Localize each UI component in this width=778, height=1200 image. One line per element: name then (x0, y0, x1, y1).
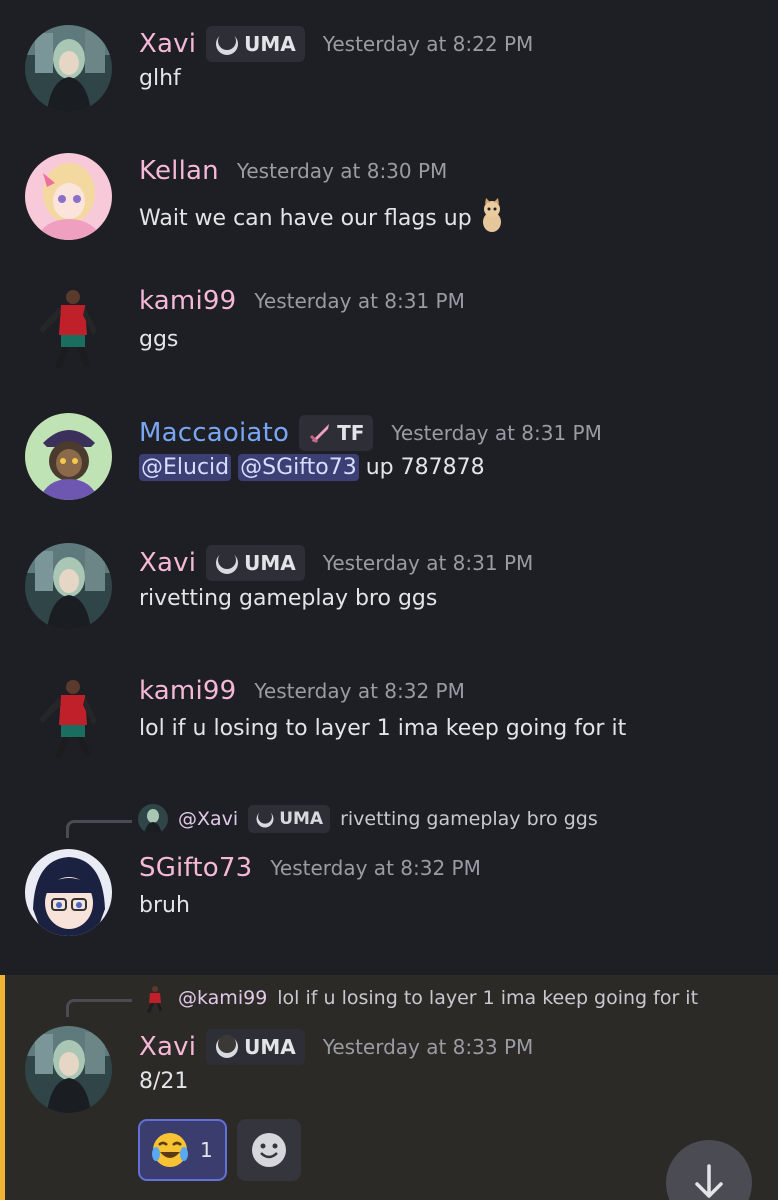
server-tag-label: TF (337, 421, 365, 445)
message-text: lol if u losing to layer 1 ima keep goin… (139, 716, 627, 741)
server-tag-label: UMA (244, 32, 296, 56)
reply-username[interactable]: @Xavi (178, 808, 238, 830)
message-text: @Elucid @SGifto73 up 787878 (139, 454, 485, 481)
message-text: bruh (139, 893, 190, 918)
user-mention[interactable]: @SGifto73 (238, 454, 359, 481)
reply-username[interactable]: @kami99 (178, 987, 267, 1009)
username[interactable]: Xavi (139, 1032, 196, 1062)
smiley-icon (251, 1133, 286, 1167)
reply-text: lol if u losing to layer 1 ima keep goin… (277, 987, 699, 1009)
reaction-joy[interactable]: 1 (138, 1119, 227, 1181)
server-tag[interactable]: UMA (206, 26, 305, 62)
server-tag-label: UMA (244, 1035, 296, 1059)
avatar[interactable] (25, 25, 112, 112)
username[interactable]: Maccaoiato (139, 418, 289, 448)
cat-sticker-icon (482, 198, 501, 232)
avatar[interactable] (25, 1026, 112, 1113)
reply-avatar (138, 804, 168, 834)
timestamp: Yesterday at 8:22 PM (322, 32, 534, 56)
reply-text: rivetting gameplay bro ggs (340, 808, 598, 830)
reply-server-tag: UMA (248, 805, 331, 833)
username[interactable]: kami99 (139, 286, 236, 316)
reply-preview[interactable]: @Xavi UMA rivetting gameplay bro ggs (66, 800, 598, 838)
chat-messages: Xavi UMA Yesterday at 8:22 PM glhf Kella… (0, 0, 778, 1200)
server-tag-label: UMA (244, 551, 296, 575)
add-reaction-button[interactable] (236, 1119, 301, 1181)
server-tag[interactable]: UMA (206, 1029, 305, 1065)
timestamp: Yesterday at 8:32 PM (254, 679, 465, 703)
reply-connector (66, 820, 132, 838)
avatar[interactable] (25, 283, 112, 370)
server-tag[interactable]: UMA (206, 545, 305, 581)
arrow-down-icon (695, 1164, 723, 1198)
timestamp: Yesterday at 8:31 PM (322, 551, 534, 575)
message-text-body: Wait we can have our flags up (139, 206, 472, 231)
reaction-count: 1 (200, 1138, 213, 1162)
username[interactable]: Xavi (139, 548, 196, 578)
username[interactable]: kami99 (139, 676, 236, 706)
message-text-body: up 787878 (365, 455, 485, 480)
avatar[interactable] (25, 413, 112, 500)
avatar[interactable] (25, 543, 112, 630)
joy-emoji-icon (152, 1133, 188, 1167)
message-text: glhf (139, 66, 181, 91)
timestamp: Yesterday at 8:31 PM (391, 421, 602, 445)
reactions-bar: 1 (138, 1119, 301, 1181)
moon-icon (216, 32, 239, 55)
moon-icon (216, 1035, 239, 1058)
moon-icon (256, 809, 274, 828)
timestamp: Yesterday at 8:30 PM (236, 159, 448, 183)
timestamp: Yesterday at 8:32 PM (270, 856, 481, 880)
username[interactable]: SGifto73 (139, 853, 252, 883)
avatar[interactable] (25, 153, 112, 240)
server-tag[interactable]: TF (299, 415, 374, 451)
moon-icon (216, 551, 239, 574)
reply-preview[interactable]: @kami99 lol if u losing to layer 1 ima k… (66, 979, 698, 1017)
reply-avatar (138, 983, 168, 1013)
timestamp: Yesterday at 8:33 PM (322, 1035, 534, 1059)
avatar[interactable] (25, 849, 112, 936)
username[interactable]: Xavi (139, 29, 196, 59)
avatar[interactable] (25, 673, 112, 760)
message-text: Wait we can have our flags up (139, 197, 506, 233)
sword-icon (310, 424, 330, 444)
message-text: rivetting gameplay bro ggs (139, 586, 438, 611)
message-text: ggs (139, 327, 179, 352)
reply-server-tag-label: UMA (279, 809, 324, 829)
user-mention[interactable]: @Elucid (139, 454, 232, 481)
message-text: 8/21 (139, 1069, 189, 1094)
reply-connector (66, 999, 132, 1017)
username[interactable]: Kellan (139, 156, 219, 186)
timestamp: Yesterday at 8:31 PM (254, 289, 465, 313)
